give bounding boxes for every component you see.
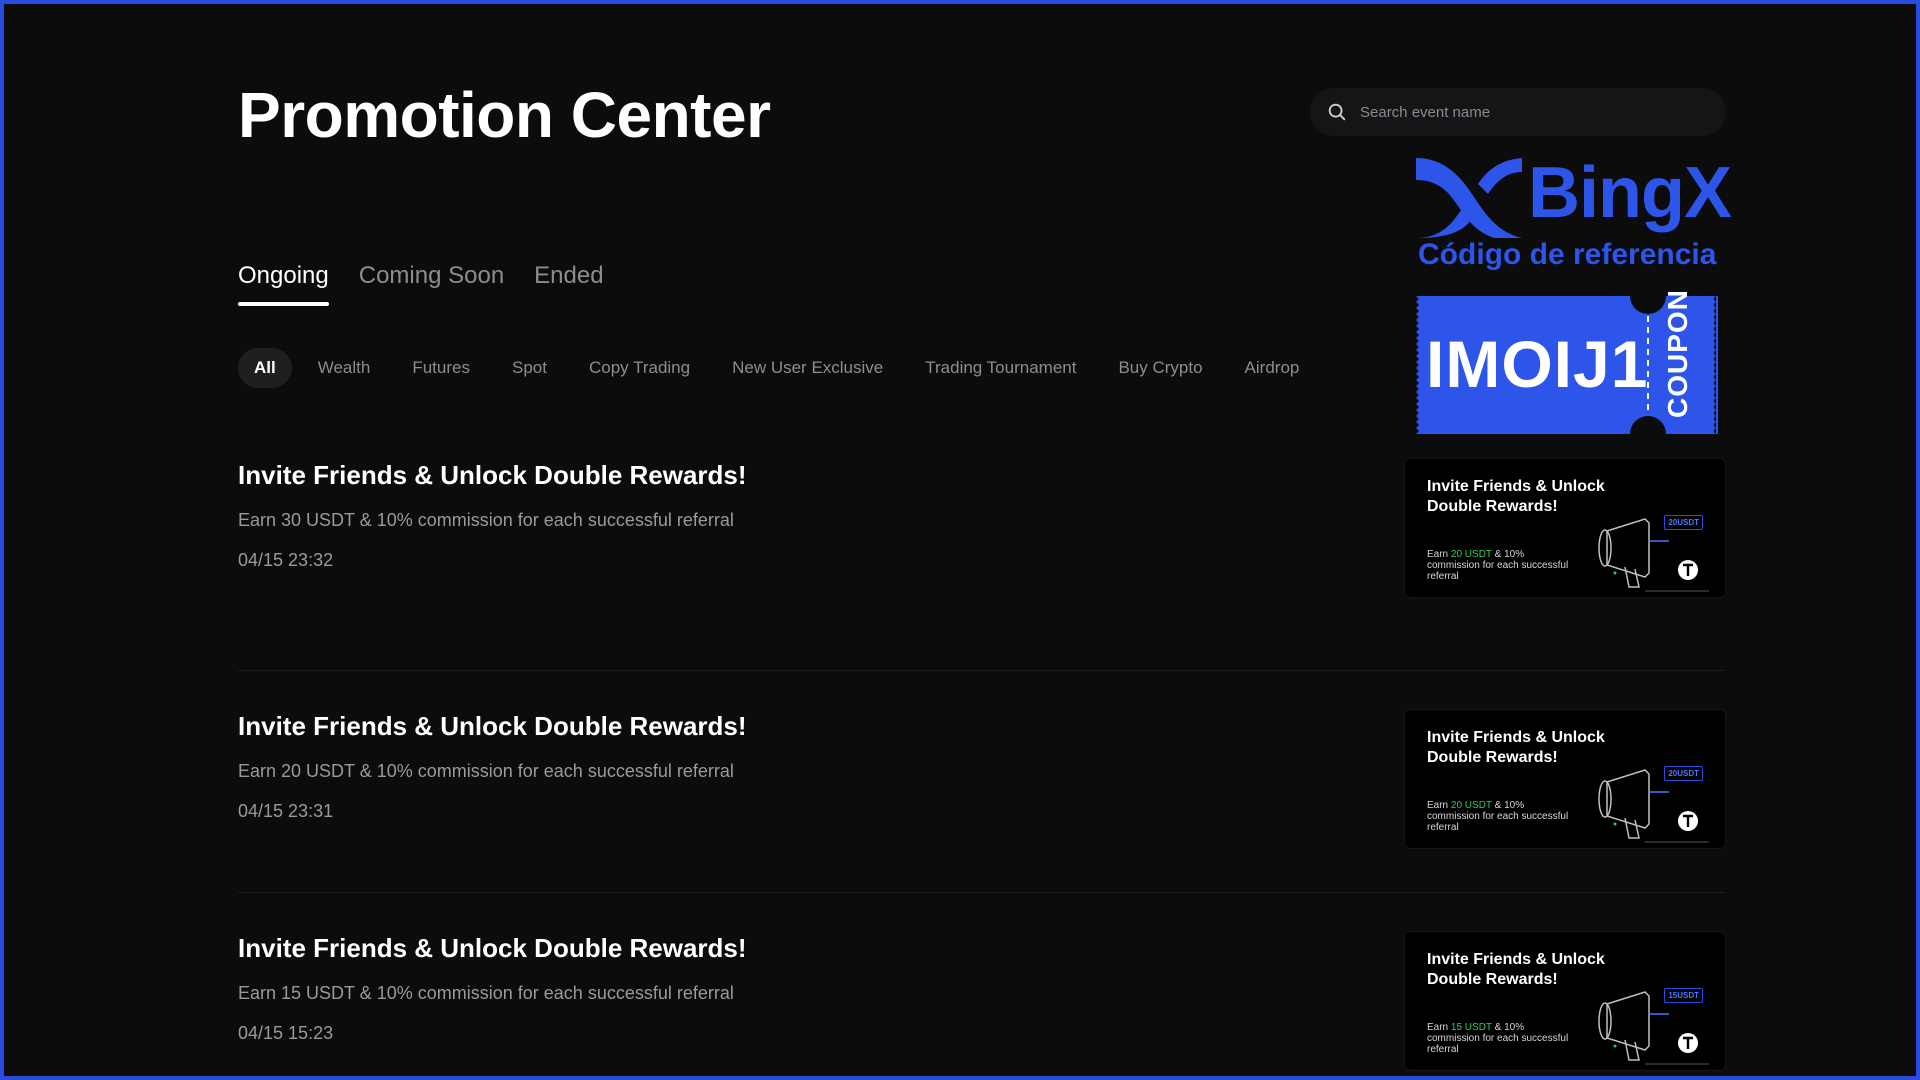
banner-earn: Earn bbox=[1427, 1022, 1449, 1033]
page-title: Promotion Center bbox=[238, 79, 771, 151]
filter-new-user-exclusive[interactable]: New User Exclusive bbox=[716, 348, 899, 388]
banner-amount: 20 USDT bbox=[1450, 549, 1492, 560]
filter-copy-trading[interactable]: Copy Trading bbox=[573, 348, 706, 388]
bingx-logo: BingX Código de referencia bbox=[1414, 152, 1732, 272]
banner-badge: 20USDT bbox=[1664, 515, 1703, 530]
event-banner[interactable]: Invite Friends & Unlock Double Rewards! … bbox=[1404, 458, 1726, 598]
event-title[interactable]: Invite Friends & Unlock Double Rewards! bbox=[238, 711, 747, 742]
event-description: Earn 30 USDT & 10% commission for each s… bbox=[238, 510, 734, 530]
status-tabs: Ongoing Coming Soon Ended bbox=[238, 262, 604, 306]
event-banner[interactable]: Invite Friends & Unlock Double Rewards! … bbox=[1404, 709, 1726, 849]
event-date: 04/15 23:32 bbox=[238, 550, 334, 570]
tether-icon bbox=[1678, 811, 1698, 831]
tab-coming-soon[interactable]: Coming Soon bbox=[359, 262, 504, 306]
banner-rest: & 10% commission for each successful ref… bbox=[1427, 549, 1569, 582]
banner-amount: 20 USDT bbox=[1450, 800, 1492, 811]
tab-ended[interactable]: Ended bbox=[534, 262, 603, 306]
banner-amount: 15 USDT bbox=[1450, 1022, 1492, 1033]
event-title[interactable]: Invite Friends & Unlock Double Rewards! bbox=[238, 460, 747, 491]
tab-ongoing[interactable]: Ongoing bbox=[238, 262, 329, 306]
event-date: 04/15 23:31 bbox=[238, 801, 334, 821]
banner-rest: & 10% commission for each successful ref… bbox=[1427, 1022, 1569, 1055]
banner-earn: Earn bbox=[1427, 549, 1449, 560]
event-row[interactable]: Invite Friends & Unlock Double Rewards! … bbox=[238, 448, 1726, 670]
event-row[interactable]: Invite Friends & Unlock Double Rewards! … bbox=[238, 892, 1726, 1076]
coupon-code: IMOIJ1 bbox=[1426, 327, 1649, 401]
filter-airdrop[interactable]: Airdrop bbox=[1229, 348, 1316, 388]
filter-futures[interactable]: Futures bbox=[396, 348, 486, 388]
search-box[interactable] bbox=[1310, 88, 1726, 136]
referral-code-label: Código de referencia bbox=[1418, 238, 1717, 271]
event-banner[interactable]: Invite Friends & Unlock Double Rewards! … bbox=[1404, 931, 1726, 1071]
filter-spot[interactable]: Spot bbox=[496, 348, 563, 388]
filter-all[interactable]: All bbox=[238, 348, 292, 388]
app-frame: Promotion Center BingX Código de referen… bbox=[4, 4, 1916, 1076]
event-list: Invite Friends & Unlock Double Rewards! … bbox=[238, 448, 1726, 1076]
banner-badge: 15USDT bbox=[1664, 988, 1703, 1003]
banner-text: Earn 20 USDT & 10% commission for each s… bbox=[1427, 549, 1577, 582]
tether-icon bbox=[1678, 560, 1698, 580]
banner-badge: 20USDT bbox=[1664, 766, 1703, 781]
event-title[interactable]: Invite Friends & Unlock Double Rewards! bbox=[238, 933, 747, 964]
filter-wealth[interactable]: Wealth bbox=[302, 348, 387, 388]
banner-rest: & 10% commission for each successful ref… bbox=[1427, 800, 1569, 833]
coupon-ticket: IMOIJ1 COUPON bbox=[1416, 289, 1718, 434]
event-description: Earn 15 USDT & 10% commission for each s… bbox=[238, 983, 734, 1003]
banner-earn: Earn bbox=[1427, 800, 1449, 811]
filter-trading-tournament[interactable]: Trading Tournament bbox=[909, 348, 1092, 388]
search-icon bbox=[1328, 103, 1346, 121]
event-row[interactable]: Invite Friends & Unlock Double Rewards! … bbox=[238, 670, 1726, 892]
coupon-word: COUPON bbox=[1662, 289, 1693, 418]
tether-icon bbox=[1678, 1033, 1698, 1053]
filter-buy-crypto[interactable]: Buy Crypto bbox=[1102, 348, 1218, 388]
search-input[interactable] bbox=[1360, 103, 1690, 121]
brand-name: BingX bbox=[1528, 153, 1732, 233]
event-date: 04/15 15:23 bbox=[238, 1023, 334, 1043]
bingx-logo-icon bbox=[1416, 158, 1522, 238]
event-description: Earn 20 USDT & 10% commission for each s… bbox=[238, 761, 734, 781]
banner-text: Earn 20 USDT & 10% commission for each s… bbox=[1427, 800, 1577, 833]
banner-text: Earn 15 USDT & 10% commission for each s… bbox=[1427, 1022, 1577, 1055]
category-filters: All Wealth Futures Spot Copy Trading New… bbox=[238, 348, 1325, 388]
